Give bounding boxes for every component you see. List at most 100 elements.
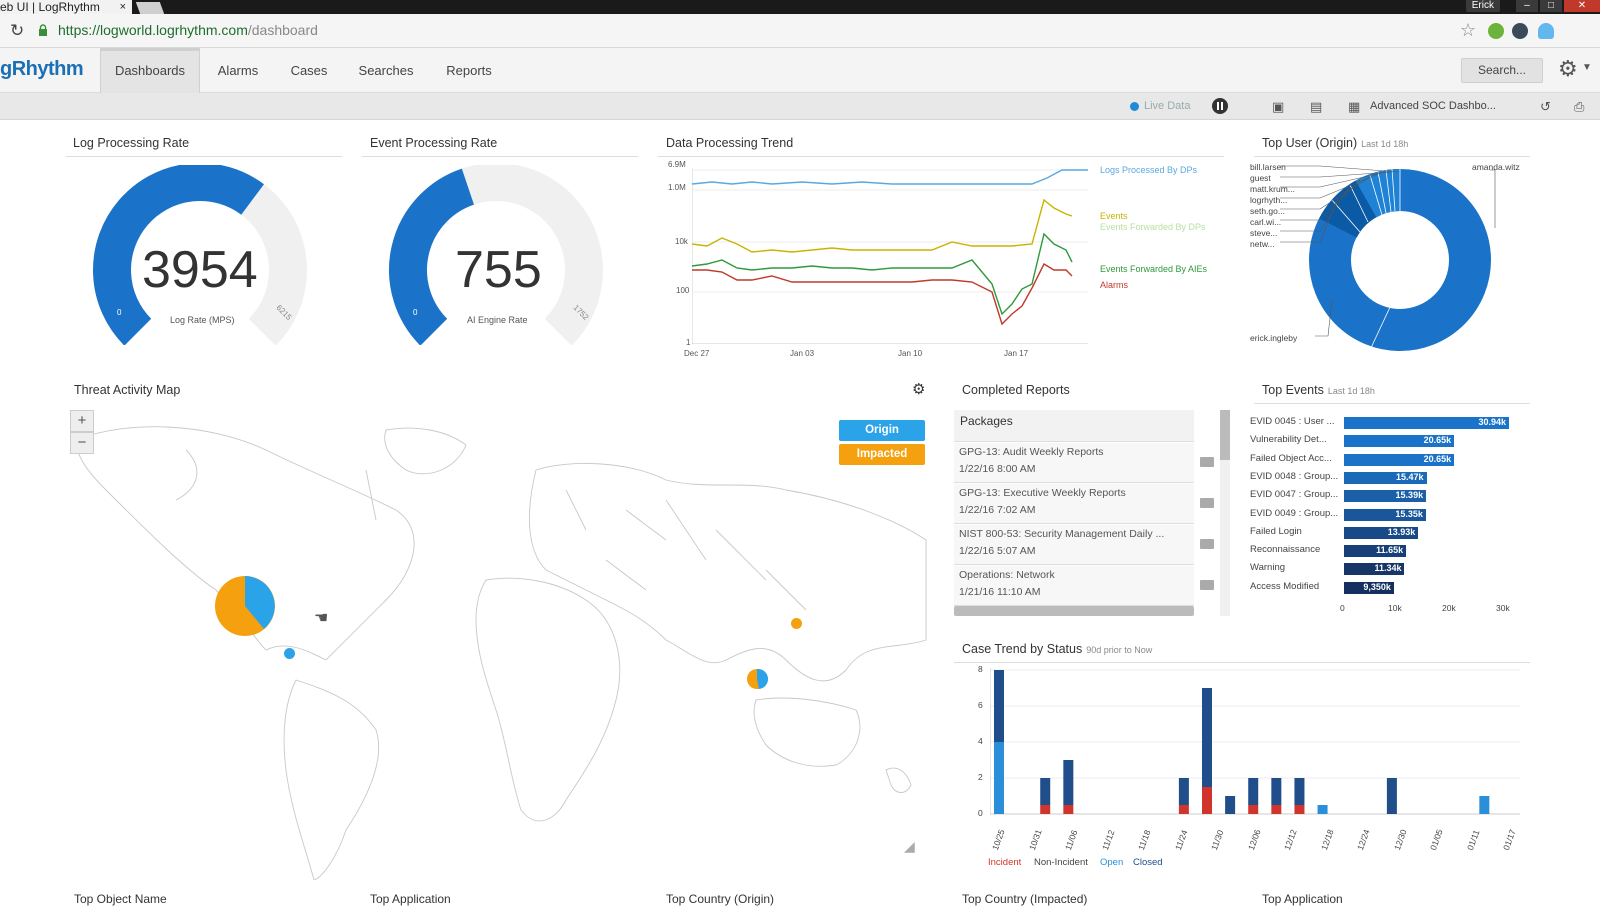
case-trend-bar-closed[interactable]: [1202, 688, 1212, 787]
report-file-icon[interactable]: [1200, 539, 1214, 549]
threat-marker-china[interactable]: [791, 618, 802, 629]
case-trend-bar-closed[interactable]: [1063, 760, 1074, 805]
case-trend-bar-incident[interactable]: [1202, 787, 1212, 814]
case-trend-bar-incident[interactable]: [1294, 805, 1305, 814]
report-file-icon[interactable]: [1200, 498, 1214, 508]
top-events-category[interactable]: Failed Login: [1250, 526, 1302, 537]
url-field[interactable]: https://logworld.logrhythm.com/dashboard: [58, 22, 318, 38]
trend-legend-item[interactable]: Events Forwarded By DPs: [1100, 222, 1206, 232]
minimize-icon[interactable]: –: [1516, 0, 1538, 12]
donut-user-label[interactable]: guest: [1250, 173, 1271, 183]
report-row[interactable]: GPG-13: Executive Weekly Reports 1/22/16 …: [954, 484, 1194, 524]
case-trend-bar-incident[interactable]: [1040, 805, 1051, 814]
bookmark-star-icon[interactable]: ☆: [1460, 20, 1476, 41]
extension-shield-icon[interactable]: [1512, 23, 1528, 39]
window-close-icon[interactable]: ✕: [1564, 0, 1600, 12]
tab-dashboards[interactable]: Dashboards: [100, 48, 200, 93]
map-settings-gear-icon[interactable]: ⚙: [912, 380, 925, 398]
donut-user-label[interactable]: amanda.witz: [1472, 162, 1520, 172]
browser-user-badge[interactable]: Erick: [1465, 0, 1500, 12]
browser-tab[interactable]: eb UI | LogRhythm ×: [0, 0, 132, 14]
impacted-toggle-button[interactable]: Impacted: [839, 444, 925, 465]
case-legend-closed[interactable]: Closed: [1133, 857, 1163, 868]
maximize-icon[interactable]: □: [1540, 0, 1562, 12]
gear-icon[interactable]: ⚙: [1558, 56, 1578, 82]
live-data-label[interactable]: Live Data: [1144, 100, 1190, 112]
case-trend-bar-closed[interactable]: [1040, 778, 1051, 805]
case-legend-non-incident[interactable]: Non-Incident: [1034, 857, 1088, 868]
tab-cases[interactable]: Cases: [277, 48, 341, 93]
case-trend-bar-closed[interactable]: [1386, 778, 1397, 814]
new-tab-button[interactable]: [135, 2, 165, 14]
top-events-category[interactable]: Vulnerability Det...: [1250, 434, 1327, 445]
top-events-category[interactable]: Access Modified: [1250, 581, 1319, 592]
top-events-category[interactable]: EVID 0047 : Group...: [1250, 489, 1338, 500]
refresh-icon[interactable]: ↺: [1540, 99, 1551, 115]
case-legend-incident[interactable]: Incident: [988, 857, 1021, 868]
origin-toggle-button[interactable]: Origin: [839, 420, 925, 441]
case-trend-bar-open[interactable]: [1317, 805, 1328, 814]
dashboard-selector[interactable]: Advanced SOC Dashbo...: [1370, 100, 1496, 112]
trend-legend-item[interactable]: Events: [1100, 211, 1128, 221]
top-events-category[interactable]: Reconnaissance: [1250, 544, 1320, 555]
reports-horizontal-scrollbar[interactable]: [954, 606, 1194, 616]
print-icon[interactable]: ⎙: [1574, 99, 1584, 115]
trend-legend-item[interactable]: Events Forwarded By AIEs: [1100, 264, 1207, 274]
top-events-category[interactable]: Warning: [1250, 562, 1285, 573]
tab-searches[interactable]: Searches: [350, 48, 422, 93]
case-trend-bar-closed[interactable]: [1294, 778, 1305, 805]
donut-user-label[interactable]: matt.krum...: [1250, 184, 1295, 194]
case-trend-bar-closed[interactable]: [1271, 778, 1282, 805]
pause-icon[interactable]: [1212, 98, 1228, 114]
global-search-button[interactable]: Search...: [1461, 58, 1543, 83]
cloud-extension-icon[interactable]: [1538, 23, 1554, 39]
reload-icon[interactable]: ↻: [10, 21, 24, 41]
case-trend-bar-closed[interactable]: [1178, 778, 1189, 805]
chevron-down-icon[interactable]: ▼: [1582, 62, 1592, 73]
case-trend-bar-incident[interactable]: [1178, 805, 1189, 814]
layout-grid-icon[interactable]: ▦: [1348, 99, 1360, 115]
threat-marker-mexico[interactable]: [284, 648, 295, 659]
donut-user-label[interactable]: logrhyth...: [1250, 195, 1287, 205]
top-events-category[interactable]: Failed Object Acc...: [1250, 453, 1332, 464]
tab-reports[interactable]: Reports: [434, 48, 504, 93]
case-trend-bar-open[interactable]: [994, 742, 1004, 814]
reports-scroll-thumb[interactable]: [1220, 410, 1230, 460]
case-trend-bar-closed[interactable]: [1248, 778, 1259, 805]
case-trend-bar-closed[interactable]: [1225, 796, 1236, 814]
trend-legend-item[interactable]: Alarms: [1100, 280, 1128, 290]
extension-icon[interactable]: [1488, 23, 1504, 39]
case-legend-open[interactable]: Open: [1100, 857, 1123, 868]
threat-marker-se-asia[interactable]: [746, 668, 768, 690]
case-trend-bar-open[interactable]: [1479, 796, 1490, 814]
report-row[interactable]: GPG-13: Audit Weekly Reports 1/22/16 8:00…: [954, 443, 1194, 483]
tab-alarms[interactable]: Alarms: [205, 48, 271, 93]
donut-user-label[interactable]: erick.ingleby: [1250, 333, 1297, 343]
trend-legend-item[interactable]: Logs Processed By DPs: [1100, 165, 1197, 175]
threat-world-map[interactable]: + − ☚ ◢: [66, 410, 931, 880]
add-widget-icon[interactable]: ▣: [1272, 99, 1284, 115]
map-zoom-in-button[interactable]: +: [70, 410, 94, 432]
donut-user-label[interactable]: seth.go...: [1250, 206, 1285, 216]
case-trend-xtick: 11/06: [1063, 828, 1080, 852]
top-events-category[interactable]: EVID 0045 : User ...: [1250, 416, 1334, 427]
donut-user-label[interactable]: carl.wi...: [1250, 217, 1281, 227]
top-events-category[interactable]: EVID 0048 : Group...: [1250, 471, 1338, 482]
threat-marker-north-america[interactable]: [214, 575, 276, 637]
save-layout-icon[interactable]: ▤: [1310, 99, 1322, 115]
case-trend-bar-closed[interactable]: [994, 670, 1004, 742]
report-file-icon[interactable]: [1200, 457, 1214, 467]
case-trend-bar-incident[interactable]: [1063, 805, 1074, 814]
donut-user-label[interactable]: netw...: [1250, 239, 1275, 249]
map-zoom-out-button[interactable]: −: [70, 432, 94, 454]
donut-user-label[interactable]: steve...: [1250, 228, 1277, 238]
report-file-icon[interactable]: [1200, 580, 1214, 590]
report-row[interactable]: Operations: Network 1/21/16 11:10 AM: [954, 566, 1194, 606]
resize-handle-icon[interactable]: ◢: [904, 838, 915, 855]
donut-user-label[interactable]: bill.larsen: [1250, 162, 1286, 172]
top-events-category[interactable]: EVID 0049 : Group...: [1250, 508, 1338, 519]
case-trend-bar-incident[interactable]: [1271, 805, 1282, 814]
report-row[interactable]: NIST 800-53: Security Management Daily .…: [954, 525, 1194, 565]
case-trend-bar-incident[interactable]: [1248, 805, 1259, 814]
tab-close-icon[interactable]: ×: [120, 0, 126, 14]
